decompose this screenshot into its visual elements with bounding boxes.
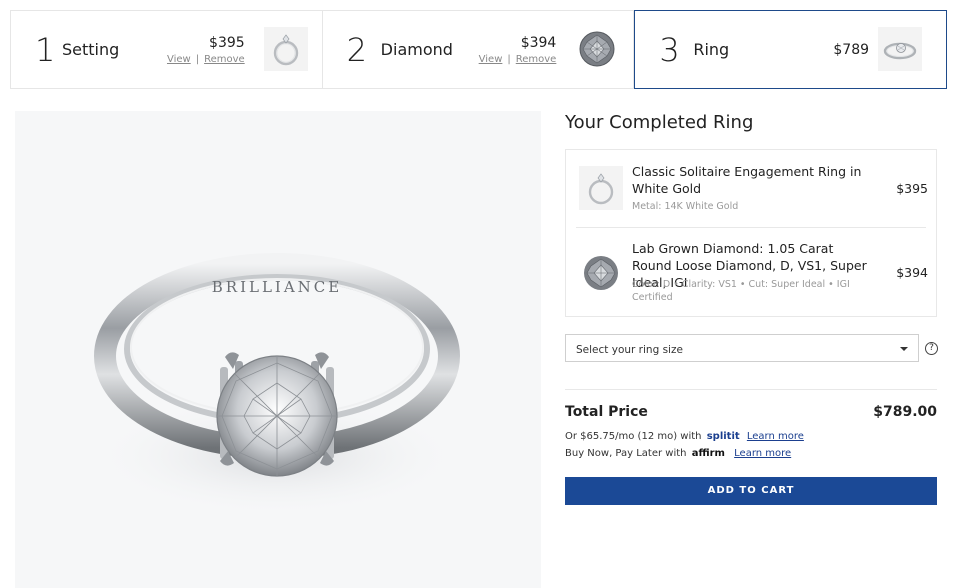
total-price-label: Total Price bbox=[565, 404, 648, 420]
step-links: View | Remove bbox=[479, 54, 557, 65]
step-label: Ring bbox=[693, 40, 730, 59]
ring-summary: Classic Solitaire Engagement Ring in Whi… bbox=[565, 149, 937, 317]
remove-link[interactable]: Remove bbox=[516, 54, 557, 65]
step-setting[interactable]: 1 Setting $395 View | Remove bbox=[10, 10, 323, 89]
diamond-icon bbox=[575, 27, 619, 71]
learn-more-link[interactable]: Learn more bbox=[747, 431, 804, 442]
ring-size-select[interactable]: Select your ring size bbox=[565, 334, 919, 362]
build-steps: 1 Setting $395 View | Remove 2 Diamond $39… bbox=[10, 10, 948, 89]
page-title: Your Completed Ring bbox=[565, 112, 754, 133]
step-number: 3 bbox=[659, 31, 680, 69]
learn-more-link[interactable]: Learn more bbox=[734, 448, 791, 459]
link-separator: | bbox=[195, 54, 200, 65]
step-number: 1 bbox=[35, 31, 56, 69]
product-image: BRILLIANCE bbox=[15, 111, 541, 588]
item-price: $394 bbox=[896, 265, 928, 280]
affirm-logo: affirm bbox=[691, 448, 725, 459]
list-item-setting: Classic Solitaire Engagement Ring in Whi… bbox=[576, 150, 928, 228]
view-link[interactable]: View bbox=[479, 54, 503, 65]
splitit-logo: splitit bbox=[706, 431, 740, 442]
affirm-financing: Buy Now, Pay Later with affirm Learn mor… bbox=[565, 448, 791, 459]
splitit-financing: Or $65.75/mo (12 mo) with splitit Learn … bbox=[565, 431, 804, 442]
step-price: $394 bbox=[520, 35, 557, 51]
view-link[interactable]: View bbox=[167, 54, 191, 65]
ring-setting-icon bbox=[263, 27, 308, 71]
step-label: Setting bbox=[62, 40, 120, 59]
item-price: $395 bbox=[896, 181, 928, 196]
help-icon[interactable]: ? bbox=[925, 342, 938, 355]
chevron-down-icon bbox=[900, 347, 908, 351]
remove-link[interactable]: Remove bbox=[204, 54, 245, 65]
financing-text: Buy Now, Pay Later with bbox=[565, 448, 687, 459]
step-ring[interactable]: 3 Ring $789 bbox=[634, 10, 948, 89]
link-separator: | bbox=[507, 54, 511, 65]
step-links: View | Remove bbox=[167, 54, 245, 65]
item-meta: Color: D • Clarity: VS1 • Cut: Super Ide… bbox=[632, 279, 850, 303]
step-price: $789 bbox=[833, 42, 870, 58]
list-item-diamond: Lab Grown Diamond: 1.05 Carat Round Loos… bbox=[576, 228, 928, 318]
diamond-icon bbox=[579, 251, 623, 295]
item-name[interactable]: Classic Solitaire Engagement Ring in Whi… bbox=[632, 163, 872, 197]
completed-ring-icon bbox=[878, 27, 923, 71]
step-price: $395 bbox=[209, 35, 245, 51]
ring-setting-icon bbox=[579, 166, 623, 210]
divider bbox=[565, 389, 937, 390]
step-number: 2 bbox=[346, 31, 368, 69]
total-price-value: $789.00 bbox=[873, 404, 937, 420]
step-diamond[interactable]: 2 Diamond $394 View | Remove bbox=[322, 10, 635, 89]
ring-size-placeholder: Select your ring size bbox=[576, 344, 683, 356]
ring-engraving: BRILLIANCE bbox=[212, 278, 342, 296]
item-meta: Metal: 14K White Gold bbox=[632, 201, 739, 212]
ring-illustration: BRILLIANCE bbox=[92, 253, 462, 516]
add-to-cart-button[interactable]: ADD TO CART bbox=[565, 477, 937, 505]
financing-text: Or $65.75/mo (12 mo) with bbox=[565, 431, 702, 442]
step-label: Diamond bbox=[380, 40, 453, 59]
